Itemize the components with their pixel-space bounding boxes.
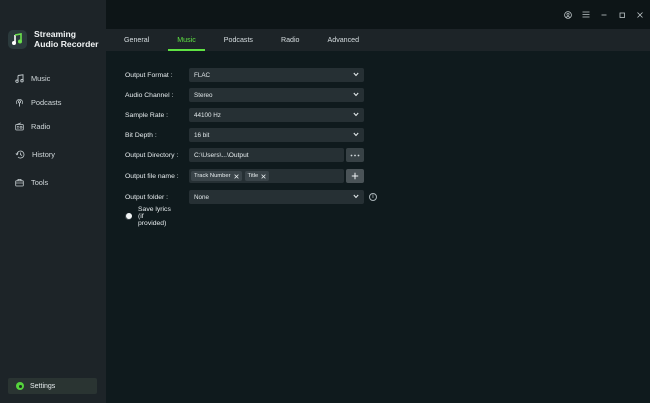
sample-rate-value: 44100 Hz: [194, 111, 221, 119]
save-lyrics-toggle[interactable]: [125, 212, 132, 220]
chevron-down-icon: [353, 92, 359, 97]
radio-icon: [15, 121, 24, 130]
bit-depth-value: 16 bit: [194, 131, 210, 139]
window-controls: [563, 10, 644, 19]
browse-directory-button[interactable]: [346, 148, 364, 162]
remove-chip-icon[interactable]: [233, 173, 239, 179]
sidebar-item-label: Podcasts: [31, 97, 62, 107]
output-format-value: FLAC: [194, 71, 211, 79]
tab-advanced[interactable]: Advanced: [328, 29, 360, 51]
chevron-down-icon: [353, 132, 359, 137]
output-file-name-row: Output file name : Track Number Title: [125, 169, 364, 183]
remove-chip-icon[interactable]: [261, 173, 266, 179]
output-directory-label: Output Directory :: [125, 151, 179, 159]
sidebar: Streaming Audio Recorder Music Podcasts …: [0, 0, 106, 403]
audio-channel-value: Stereo: [194, 91, 213, 99]
output-format-label: Output Format :: [125, 71, 173, 79]
output-directory-row: Output Directory : C:\Users\...\Output: [125, 148, 364, 162]
chip-label: Track Number: [194, 173, 231, 179]
app-logo-icon: [8, 29, 27, 49]
plus-icon: [351, 172, 359, 180]
tab-radio[interactable]: Radio: [281, 29, 300, 51]
app-name-line2: Audio Recorder: [34, 39, 99, 49]
sidebar-item-label: Radio: [31, 121, 51, 131]
output-folder-select[interactable]: None: [189, 190, 364, 204]
menu-button[interactable]: [581, 10, 590, 19]
sidebar-item-label: Music: [31, 73, 51, 83]
sample-rate-select[interactable]: 44100 Hz: [189, 108, 364, 122]
output-folder-label: Output folder :: [125, 193, 169, 201]
sidebar-item-music[interactable]: Music: [0, 66, 106, 90]
title-bar: [106, 0, 650, 29]
settings-tabs: General Music Podcasts Radio Advanced: [106, 29, 650, 51]
maximize-icon: [619, 12, 625, 18]
bit-depth-row: Bit Depth : 16 bit: [125, 128, 364, 142]
sample-rate-row: Sample Rate : 44100 Hz: [125, 108, 364, 122]
bit-depth-label: Bit Depth :: [125, 131, 157, 139]
audio-channel-select[interactable]: Stereo: [189, 88, 364, 102]
sidebar-item-tools[interactable]: Tools: [0, 170, 106, 194]
close-icon: [636, 11, 643, 18]
sample-rate-label: Sample Rate :: [125, 111, 169, 119]
hamburger-icon: [582, 11, 589, 18]
chip-label: Title: [247, 173, 259, 179]
chevron-down-icon: [353, 194, 359, 199]
settings-label: Settings: [30, 382, 56, 390]
filename-chip-track-number: Track Number: [191, 171, 242, 181]
add-filename-tag-button[interactable]: [346, 169, 364, 183]
more-dots-icon: [350, 154, 360, 156]
audio-channel-row: Audio Channel : Stereo: [125, 88, 364, 102]
app-name-line1: Streaming: [34, 29, 77, 39]
output-folder-value: None: [194, 193, 210, 201]
audio-channel-label: Audio Channel :: [125, 91, 174, 99]
podcast-icon: [16, 98, 23, 106]
output-format-row: Output Format : FLAC: [125, 68, 364, 82]
account-button[interactable]: [563, 10, 572, 19]
sidebar-item-label: History: [32, 149, 55, 159]
output-directory-input[interactable]: C:\Users\...\Output: [189, 148, 344, 162]
user-icon: [563, 10, 572, 19]
music-icon: [15, 73, 24, 83]
maximize-button[interactable]: [617, 10, 626, 19]
info-icon[interactable]: i: [369, 193, 377, 201]
output-format-select[interactable]: FLAC: [189, 68, 364, 82]
sidebar-item-history[interactable]: History: [0, 142, 106, 166]
chevron-down-icon: [353, 72, 359, 77]
sidebar-item-settings[interactable]: Settings: [8, 378, 97, 394]
minimize-button[interactable]: [599, 10, 608, 19]
history-icon: [15, 150, 25, 158]
sidebar-item-label: Tools: [31, 177, 49, 187]
sidebar-item-podcasts[interactable]: Podcasts: [0, 90, 106, 114]
save-lyrics-row: Save lyrics (if provided): [125, 206, 173, 227]
output-file-name-label: Output file name :: [125, 172, 179, 180]
tab-podcasts[interactable]: Podcasts: [224, 29, 253, 51]
save-lyrics-label: Save lyrics (if provided): [138, 205, 171, 227]
output-file-name-field: Track Number Title: [189, 169, 344, 183]
minimize-icon: [601, 14, 606, 15]
settings-icon: [16, 382, 24, 390]
toolbox-icon: [15, 178, 24, 186]
chevron-down-icon: [353, 112, 359, 117]
close-button[interactable]: [635, 10, 644, 19]
tab-general[interactable]: General: [124, 29, 149, 51]
filename-chip-title: Title: [244, 171, 270, 181]
sidebar-nav: Music Podcasts Radio History Tools: [0, 66, 106, 194]
sidebar-item-radio[interactable]: Radio: [0, 114, 106, 138]
output-folder-row: Output folder : None i: [125, 190, 377, 204]
tab-music[interactable]: Music: [168, 29, 205, 51]
bit-depth-select[interactable]: 16 bit: [189, 128, 364, 142]
